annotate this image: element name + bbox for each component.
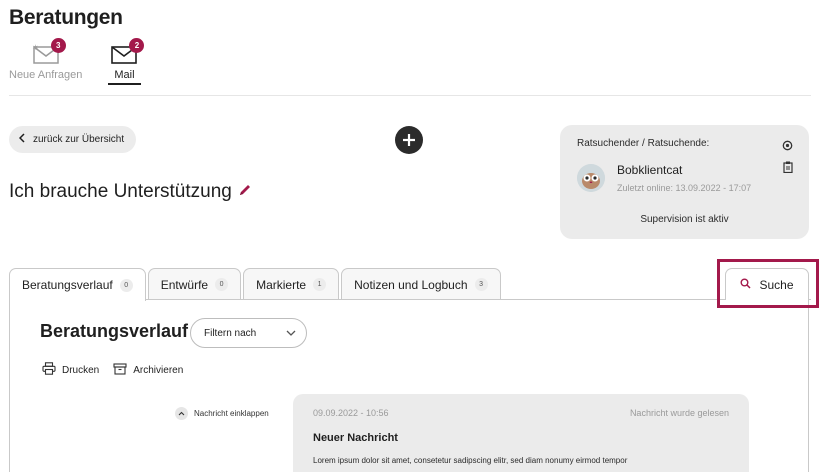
print-button[interactable]: Drucken [42, 362, 99, 378]
add-button[interactable] [395, 126, 423, 154]
chevron-down-icon [286, 328, 296, 339]
tab-markierte-label: Markierte [256, 277, 307, 292]
tab-entwuerfe-label: Entwürfe [160, 277, 209, 292]
tab-markierte-count: 1 [313, 278, 327, 291]
svg-text:✶: ✶ [32, 43, 39, 52]
tab-notizen-logbuch[interactable]: Notizen und Logbuch 3 [341, 268, 501, 300]
client-info-card: Ratsuchender / Ratsuchende: Bobklientcat… [560, 125, 809, 239]
new-mail-icon: ✶ 3 [30, 38, 66, 68]
search-icon [740, 278, 752, 292]
print-label: Drucken [62, 364, 100, 376]
top-divider [9, 95, 811, 96]
plus-icon [402, 129, 416, 151]
tab-notizen-logbuch-label: Notizen und Logbuch [354, 277, 468, 292]
client-card-heading: Ratsuchender / Ratsuchende: [577, 138, 710, 149]
archive-button[interactable]: Archivieren [113, 362, 183, 378]
tab-beratungsverlauf-count: 0 [119, 278, 133, 292]
chevron-up-icon [175, 407, 188, 420]
filter-dropdown[interactable]: Filtern nach [190, 318, 307, 348]
mail-icon: 2 [108, 38, 145, 68]
tab-notizen-logbuch-count: 3 [474, 278, 488, 291]
tab-suche[interactable]: Suche [725, 268, 809, 300]
client-avatar [577, 164, 605, 192]
panel-actions: Drucken Archivieren [42, 362, 183, 378]
back-to-overview-button[interactable]: zurück zur Übersicht [9, 126, 137, 153]
archive-label: Archivieren [133, 364, 184, 376]
back-button-label: zurück zur Übersicht [33, 134, 125, 145]
filter-label: Filtern nach [204, 327, 257, 339]
printer-icon [42, 362, 56, 378]
neue-anfragen-badge: 3 [50, 38, 66, 53]
message-read-status: Nachricht wurde gelesen [629, 408, 729, 418]
tab-neue-anfragen[interactable]: ✶ 3 Neue Anfragen [9, 38, 83, 85]
tab-beratungsverlauf[interactable]: Beratungsverlauf 0 [9, 268, 146, 301]
conversation-title: Ich brauche Unterstützung [9, 181, 252, 203]
clipboard-icon[interactable] [783, 160, 793, 178]
tab-mail[interactable]: 2 Mail [108, 38, 145, 85]
page-title: Beratungen [9, 6, 123, 29]
tab-mail-label: Mail [108, 69, 141, 85]
conversation-panel: Beratungsverlauf Filtern nach Drucken Ar… [9, 299, 809, 472]
edit-pencil-icon[interactable] [238, 181, 252, 203]
message-date: 09.09.2022 - 10:56 [313, 408, 389, 418]
top-tabs: ✶ 3 Neue Anfragen 2 Mail [9, 38, 145, 85]
conversation-tabs: Beratungsverlauf 0 Entwürfe 0 Markierte … [9, 268, 503, 301]
archive-icon [113, 362, 127, 378]
chevron-left-icon [18, 133, 26, 146]
collapse-message-toggle[interactable]: Nachricht einklappen [175, 407, 269, 420]
message-card: 09.09.2022 - 10:56 Nachricht wurde geles… [293, 394, 749, 472]
supervision-status: Supervision ist aktiv [640, 214, 729, 225]
tab-entwuerfe[interactable]: Entwürfe 0 [147, 268, 242, 300]
tab-entwuerfe-count: 0 [215, 278, 229, 291]
tab-beratungsverlauf-label: Beratungsverlauf [22, 278, 113, 292]
mail-badge: 2 [129, 38, 145, 53]
collapse-label: Nachricht einklappen [194, 409, 269, 418]
settings-icon[interactable] [782, 138, 793, 156]
client-last-online: Zuletzt online: 13.09.2022 - 17:07 [617, 183, 752, 193]
panel-title: Beratungsverlauf [40, 321, 189, 341]
message-subject: Neuer Nachricht [313, 432, 398, 444]
message-body: Lorem ipsum dolor sit amet, consetetur s… [313, 456, 628, 465]
client-name: Bobklientcat [617, 163, 683, 177]
conversation-title-text: Ich brauche Unterstützung [9, 181, 232, 202]
tab-markierte[interactable]: Markierte 1 [243, 268, 340, 300]
tab-neue-anfragen-label: Neue Anfragen [9, 69, 83, 81]
tab-suche-label: Suche [759, 277, 794, 292]
